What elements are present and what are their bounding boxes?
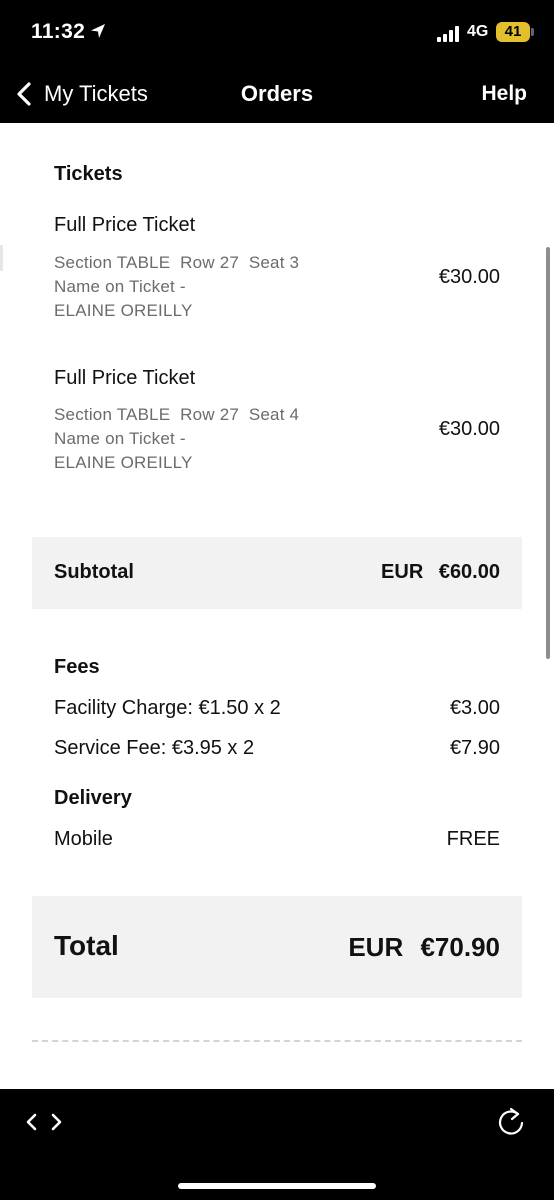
battery-icon: 41 xyxy=(496,22,530,42)
browser-toolbar xyxy=(0,1089,554,1200)
ticket-name: Full Price Ticket xyxy=(54,367,196,389)
delivery-amount: FREE xyxy=(446,828,500,850)
chevron-left-icon xyxy=(17,82,31,106)
ticket-price: €30.00 xyxy=(438,266,500,288)
back-arrow-icon[interactable] xyxy=(24,1111,40,1133)
back-button[interactable]: My Tickets xyxy=(14,78,148,110)
ticket-price: €30.00 xyxy=(438,418,500,440)
subtotal-row: Subtotal EUR €60.00 xyxy=(32,537,522,609)
ticket-name: Full Price Ticket xyxy=(54,214,196,236)
order-summary: Tickets Full Price Ticket Section TABLE … xyxy=(0,123,554,1089)
delivery-heading: Delivery xyxy=(54,787,132,809)
network-type: 4G xyxy=(467,23,489,40)
status-bar: 11:32 4G 41 xyxy=(0,0,554,66)
help-button[interactable]: Help xyxy=(481,82,527,106)
browser-nav-arrows xyxy=(24,1111,64,1133)
nav-bar: My Tickets Orders Help xyxy=(0,66,554,123)
fee-label: Service Fee: €3.95 x 2 xyxy=(54,737,255,759)
home-indicator[interactable] xyxy=(178,1183,376,1189)
reload-icon[interactable] xyxy=(496,1106,526,1138)
status-time: 11:32 xyxy=(31,20,86,43)
location-arrow-icon xyxy=(91,24,105,38)
ticket-name-line: Name on Ticket - xyxy=(54,277,186,296)
battery-level: 41 xyxy=(504,23,522,40)
tickets-heading: Tickets xyxy=(54,163,123,185)
signal-bars-icon xyxy=(437,26,459,42)
fees-heading: Fees xyxy=(54,656,100,678)
ticket-name-line: Name on Ticket - xyxy=(54,429,186,448)
ticket-holder: ELAINE OREILLY xyxy=(54,301,193,320)
delivery-method: Mobile xyxy=(54,828,113,850)
subtotal-amount: EUR €60.00 xyxy=(381,561,500,583)
page-title: Orders xyxy=(240,81,314,106)
total-label: Total xyxy=(54,930,119,961)
fee-amount: €7.90 xyxy=(449,737,500,759)
fee-amount: €3.00 xyxy=(449,697,500,719)
total-amount: EUR €70.90 xyxy=(348,932,500,962)
ticket-seat-line: Section TABLE Row 27 Seat 4 xyxy=(54,405,300,424)
battery-tip xyxy=(531,28,534,36)
forward-arrow-icon[interactable] xyxy=(48,1111,64,1133)
back-button-label: My Tickets xyxy=(44,81,148,106)
ticket-details: Section TABLE Row 27 Seat 4 Name on Tick… xyxy=(54,403,299,475)
edge-mark xyxy=(0,245,3,271)
ticket-holder: ELAINE OREILLY xyxy=(54,453,193,472)
ticket-seat-line: Section TABLE Row 27 Seat 3 xyxy=(54,253,300,272)
total-row: Total EUR €70.90 xyxy=(32,896,522,998)
scrollbar[interactable] xyxy=(546,247,550,659)
fee-label: Facility Charge: €1.50 x 2 xyxy=(54,697,281,719)
dashed-divider xyxy=(32,1040,522,1042)
subtotal-label: Subtotal xyxy=(54,561,134,583)
ticket-details: Section TABLE Row 27 Seat 3 Name on Tick… xyxy=(54,251,299,323)
